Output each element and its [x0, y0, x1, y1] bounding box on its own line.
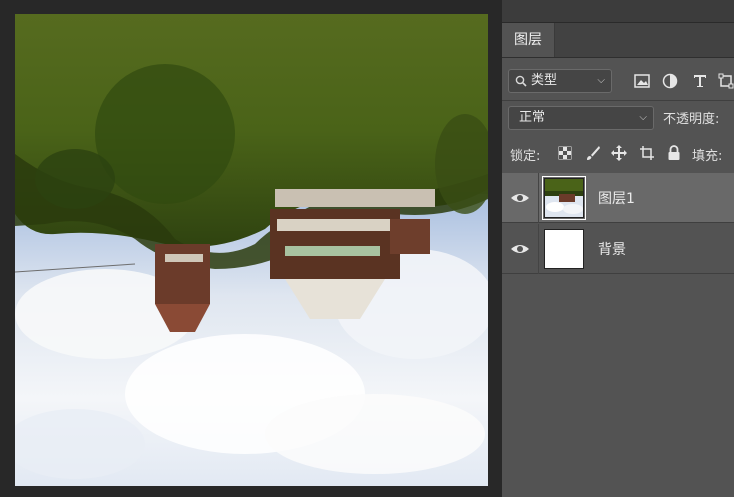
- search-icon: [515, 75, 527, 87]
- panel-header-bar: [502, 0, 734, 23]
- lock-paint-icon[interactable]: [583, 143, 603, 163]
- layers-list: 图层1 背景: [502, 173, 734, 497]
- panel-tab-bar: 图层: [502, 23, 734, 58]
- lock-move-icon[interactable]: [609, 143, 629, 163]
- blend-mode-value: 正常: [519, 110, 546, 125]
- lock-artboard-icon[interactable]: [637, 143, 657, 163]
- layer-name: 图层1: [598, 191, 635, 207]
- flipped-landscape-photo: [15, 14, 488, 486]
- layer-name: 背景: [598, 242, 626, 258]
- chevron-down-icon: ⌵: [597, 75, 605, 86]
- layer-thumbnail: [544, 229, 584, 269]
- adjustment-filter-icon[interactable]: [660, 71, 680, 91]
- lock-label: 锁定:: [510, 149, 541, 164]
- layer-filter-value: 类型: [531, 73, 558, 88]
- chevron-down-icon: ⌵: [639, 112, 647, 123]
- divider: [502, 100, 734, 101]
- tab-layers[interactable]: 图层: [502, 23, 555, 57]
- fill-label: 填充:: [692, 149, 723, 164]
- blend-mode-select[interactable]: 正常 ⌵: [508, 106, 654, 130]
- lock-all-icon[interactable]: [664, 143, 684, 163]
- image-filter-icon[interactable]: [632, 71, 652, 91]
- opacity-label: 不透明度:: [663, 112, 720, 127]
- layer-thumbnail: [542, 176, 586, 220]
- eye-icon[interactable]: [510, 188, 530, 208]
- type-filter-icon[interactable]: [690, 71, 710, 91]
- layer-row-background[interactable]: 背景: [502, 224, 734, 274]
- eye-icon[interactable]: [510, 239, 530, 259]
- lock-transparent-icon[interactable]: [555, 143, 575, 163]
- document-image[interactable]: [15, 14, 488, 486]
- shape-filter-icon[interactable]: [716, 71, 734, 91]
- divider: [538, 173, 539, 223]
- layer-row-layer1[interactable]: 图层1: [502, 173, 734, 223]
- divider: [538, 224, 539, 274]
- canvas-area[interactable]: [0, 0, 502, 497]
- layers-panel: 图层 类型 ⌵ 正常 ⌵ 不透明度: 锁定: 填充: 图层1 背景: [502, 0, 734, 497]
- layer-filter-select[interactable]: 类型 ⌵: [508, 69, 612, 93]
